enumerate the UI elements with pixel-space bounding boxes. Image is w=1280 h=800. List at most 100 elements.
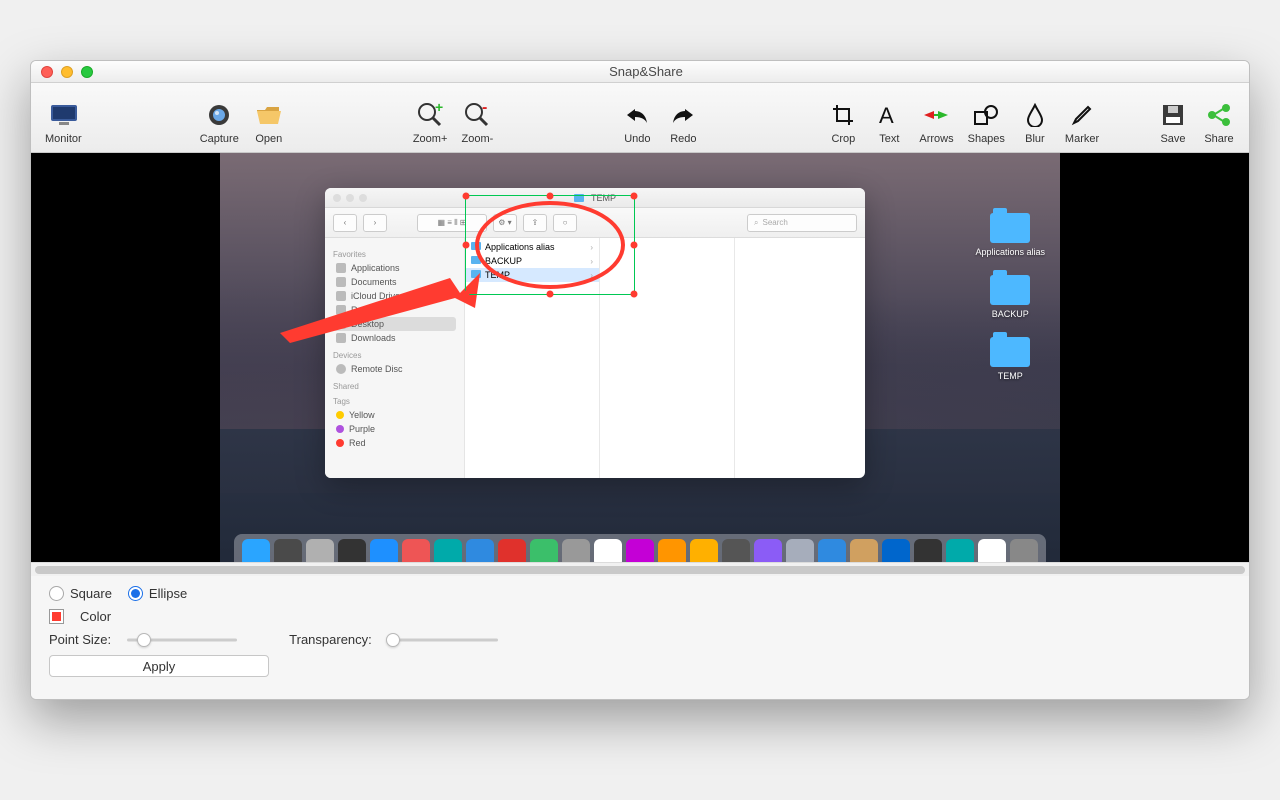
marker-label: Marker xyxy=(1065,133,1099,145)
finder-back-button: ‹ xyxy=(333,214,357,232)
color-swatch[interactable] xyxy=(49,609,64,624)
main-toolbar: Monitor Capture Open + xyxy=(31,83,1249,153)
selection-handle-sw[interactable] xyxy=(463,291,470,298)
apply-button[interactable]: Apply xyxy=(49,655,269,677)
selection-handle-s[interactable] xyxy=(547,291,554,298)
sidebar-devices-head: Devices xyxy=(333,351,456,360)
app-window: Snap&Share Monitor Capture xyxy=(30,60,1250,700)
dock-app xyxy=(1010,539,1038,562)
blur-label: Blur xyxy=(1025,133,1045,145)
shapes-button[interactable]: Shapes xyxy=(964,90,1009,145)
marker-button[interactable]: Marker xyxy=(1061,90,1103,145)
titlebar: Snap&Share xyxy=(31,61,1249,83)
horizontal-scrollbar[interactable] xyxy=(31,562,1249,576)
sidebar-item-remote-disc: Remote Disc xyxy=(333,362,456,376)
zoom-in-button[interactable]: + Zoom+ xyxy=(409,90,452,145)
zoom-out-icon: - xyxy=(463,101,491,129)
point-size-slider[interactable] xyxy=(127,633,237,647)
dock-app xyxy=(242,539,270,562)
dock-app xyxy=(274,539,302,562)
dock-app xyxy=(498,539,526,562)
minimize-window-button[interactable] xyxy=(61,66,73,78)
selection-handle-e[interactable] xyxy=(631,242,638,249)
monitor-icon xyxy=(49,101,77,129)
close-window-button[interactable] xyxy=(41,66,53,78)
redo-button[interactable]: Redo xyxy=(663,90,703,145)
dock-app xyxy=(530,539,558,562)
share-button[interactable]: Share xyxy=(1199,90,1239,145)
dock-app xyxy=(434,539,462,562)
dock-app xyxy=(882,539,910,562)
crop-icon xyxy=(829,101,857,129)
sidebar-tag-purple: Purple xyxy=(333,422,456,436)
scrollbar-thumb[interactable] xyxy=(35,566,1245,574)
share-label: Share xyxy=(1204,133,1233,145)
monitor-label: Monitor xyxy=(45,133,82,145)
save-icon xyxy=(1159,101,1187,129)
sidebar-shared-head: Shared xyxy=(333,382,456,391)
shape-options-panel: Square Ellipse Color Point Size: Transpa… xyxy=(31,576,1249,699)
zoom-out-button[interactable]: - Zoom- xyxy=(457,90,497,145)
arrows-icon xyxy=(922,101,950,129)
color-label: Color xyxy=(80,609,111,624)
finder-search-field: ⌕Search xyxy=(747,214,857,232)
blur-button[interactable]: Blur xyxy=(1015,90,1055,145)
arrows-label: Arrows xyxy=(919,133,953,145)
finder-column-3 xyxy=(735,238,865,478)
shape-ellipse-radio[interactable]: Ellipse xyxy=(128,586,187,601)
ellipse-annotation[interactable] xyxy=(475,201,625,289)
apply-label: Apply xyxy=(143,659,176,674)
blur-icon xyxy=(1021,101,1049,129)
dock-app xyxy=(562,539,590,562)
dock-app xyxy=(402,539,430,562)
dock-app xyxy=(786,539,814,562)
finder-fwd-button: › xyxy=(363,214,387,232)
redo-label: Redo xyxy=(670,133,696,145)
dock-app xyxy=(722,539,750,562)
dock-app xyxy=(914,539,942,562)
sidebar-tags-head: Tags xyxy=(333,397,456,406)
undo-label: Undo xyxy=(624,133,650,145)
canvas-area[interactable]: TEMP ‹ › ▦ ≡ ⫴ ⊞ ⚙ ▾ ⇪ ○ ⌕Search Favorit… xyxy=(31,153,1249,562)
selection-handle-n[interactable] xyxy=(547,193,554,200)
zoom-out-label: Zoom- xyxy=(461,133,493,145)
open-button[interactable]: Open xyxy=(249,90,289,145)
dock-app xyxy=(594,539,622,562)
shape-ellipse-label: Ellipse xyxy=(149,586,187,601)
crop-label: Crop xyxy=(831,133,855,145)
dock-app xyxy=(466,539,494,562)
open-label: Open xyxy=(255,133,282,145)
shape-square-radio[interactable]: Square xyxy=(49,586,112,601)
desktop-icon-applications-alias: Applications alias xyxy=(975,213,1045,257)
save-button[interactable]: Save xyxy=(1153,90,1193,145)
capture-label: Capture xyxy=(200,133,239,145)
selection-handle-w[interactable] xyxy=(463,242,470,249)
capture-button[interactable]: Capture xyxy=(196,90,243,145)
shapes-label: Shapes xyxy=(968,133,1005,145)
sidebar-tag-red: Red xyxy=(333,436,456,450)
undo-button[interactable]: Undo xyxy=(617,90,657,145)
desktop-icons: Applications alias BACKUP TEMP xyxy=(975,213,1045,381)
selection-handle-nw[interactable] xyxy=(463,193,470,200)
dock-app xyxy=(658,539,686,562)
transparency-label: Transparency: xyxy=(289,632,372,647)
svg-text:-: - xyxy=(482,102,487,116)
dock-app xyxy=(850,539,878,562)
undo-icon xyxy=(623,101,651,129)
sidebar-tag-yellow: Yellow xyxy=(333,408,456,422)
dock-app xyxy=(690,539,718,562)
selection-handle-se[interactable] xyxy=(631,291,638,298)
text-button[interactable]: A Text xyxy=(869,90,909,145)
arrows-button[interactable]: Arrows xyxy=(915,90,957,145)
transparency-slider[interactable] xyxy=(388,633,498,647)
marker-icon xyxy=(1068,101,1096,129)
desktop-icon-backup: BACKUP xyxy=(990,275,1030,319)
crop-button[interactable]: Crop xyxy=(823,90,863,145)
dock-app xyxy=(338,539,366,562)
dock-app xyxy=(306,539,334,562)
zoom-window-button[interactable] xyxy=(81,66,93,78)
share-icon xyxy=(1205,101,1233,129)
selection-handle-ne[interactable] xyxy=(631,193,638,200)
text-icon: A xyxy=(875,101,903,129)
monitor-button[interactable]: Monitor xyxy=(41,90,86,145)
